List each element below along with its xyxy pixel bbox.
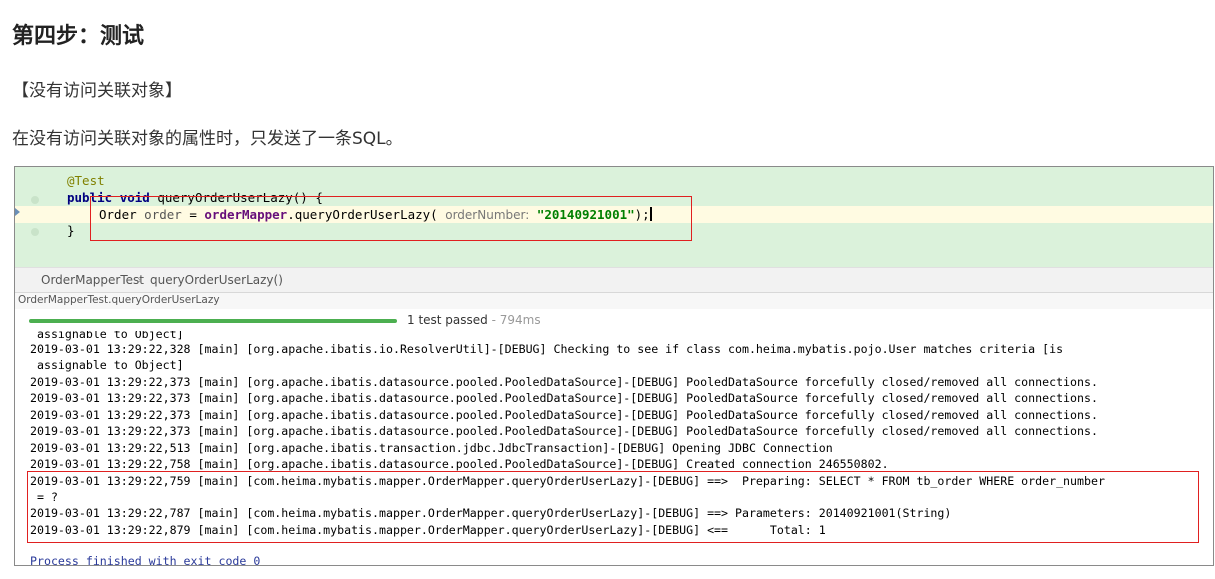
- run-tab[interactable]: OrderMapperTest.queryOrderUserLazy: [15, 292, 1213, 310]
- annotation-token: @Test: [67, 173, 105, 188]
- highlight-box-sql: [27, 471, 1199, 543]
- test-progress-bar: [29, 319, 397, 323]
- console-line: 2019-03-01 13:29:22,373 [main] [org.apac…: [30, 408, 1098, 422]
- run-tab-label: OrderMapperTest.queryOrderUserLazy: [18, 294, 220, 306]
- breadcrumb-separator-icon: ›: [137, 273, 142, 287]
- section-heading: 第四步：测试: [12, 24, 145, 49]
- console-line: 2019-03-01 13:29:22,373 [main] [org.apac…: [30, 391, 1098, 405]
- console-line: 2019-03-01 13:29:22,758 [main] [org.apac…: [30, 457, 889, 471]
- run-arrow-icon[interactable]: [15, 208, 20, 216]
- console-exit-line: Process finished with exit code 0: [30, 554, 261, 565]
- subtitle-text: 【没有访问关联对象】: [12, 81, 182, 101]
- editor-breadcrumb: OrderMapperTest › queryOrderUserLazy(): [15, 267, 1213, 293]
- console-line: 2019-03-01 13:29:22,373 [main] [org.apac…: [30, 375, 1098, 389]
- test-result-text: 1 test passed - 794ms: [407, 313, 541, 327]
- breadcrumb-class[interactable]: OrderMapperTest: [41, 273, 144, 287]
- close-brace-token: }: [67, 223, 75, 238]
- code-line-annotation: @Test: [67, 173, 105, 189]
- test-duration: - 794ms: [487, 313, 541, 327]
- code-editor[interactable]: @Test public void queryOrderUserLazy() {…: [15, 167, 1213, 267]
- gutter-marker-icon: [31, 228, 39, 236]
- description-text: 在没有访问关联对象的属性时，只发送了一条SQL。: [12, 129, 403, 149]
- highlight-box-code: [90, 196, 692, 241]
- console-line: 2019-03-01 13:29:22,513 [main] [org.apac…: [30, 441, 833, 455]
- console-line: 2019-03-01 13:29:22,373 [main] [org.apac…: [30, 424, 1098, 438]
- breadcrumb-method[interactable]: queryOrderUserLazy(): [150, 273, 283, 287]
- tests-passed-label: 1 test passed: [407, 313, 488, 327]
- ide-screenshot: @Test public void queryOrderUserLazy() {…: [14, 166, 1214, 566]
- gutter-marker-icon: [31, 196, 39, 204]
- code-line-close: }: [67, 223, 75, 239]
- test-status-bar: 1 test passed - 794ms: [15, 309, 1213, 331]
- console-line: 2019-03-01 13:29:22,328 [main] [org.apac…: [30, 342, 1064, 356]
- console-line: assignable to Object]: [30, 358, 184, 372]
